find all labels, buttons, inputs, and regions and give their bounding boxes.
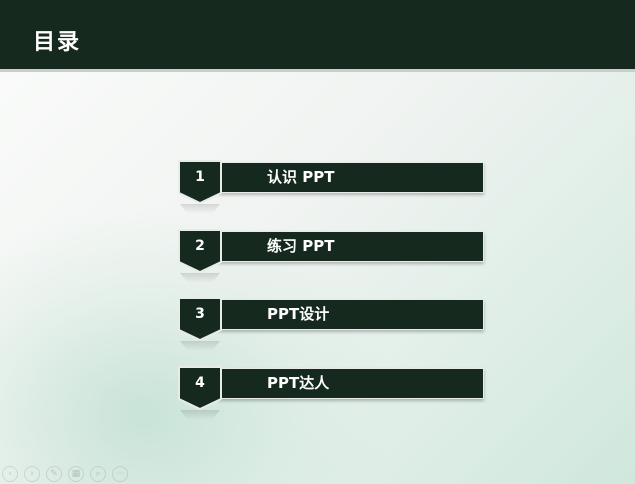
badge-reflection xyxy=(180,273,220,283)
toc-bar[interactable]: 认识 PPT xyxy=(218,162,484,193)
toc-item-label: PPT设计 xyxy=(267,305,330,323)
slide: 目录 认识 PPT 1 练习 PPT 2 PPT设计 3 PPT达人 4 ‹ ›… xyxy=(0,0,635,484)
slides-icon[interactable]: ▦ xyxy=(68,466,84,482)
zoom-icon[interactable]: ⌕ xyxy=(90,466,106,482)
toc-item-number: 3 xyxy=(195,306,205,322)
slideshow-controls: ‹ › ✎ ▦ ⌕ ⋯ xyxy=(2,466,128,482)
header-bar: 目录 xyxy=(0,0,635,72)
toc-item-3[interactable]: PPT设计 3 xyxy=(178,297,484,351)
toc-item-1[interactable]: 认识 PPT 1 xyxy=(178,160,484,214)
toc-item-label: 认识 PPT xyxy=(267,168,335,186)
toc-item-number: 1 xyxy=(195,169,205,185)
toc-bar[interactable]: PPT设计 xyxy=(218,299,484,330)
badge-reflection xyxy=(180,410,220,420)
toc-item-4[interactable]: PPT达人 4 xyxy=(178,366,484,420)
toc-item-label: 练习 PPT xyxy=(267,237,335,255)
badge-reflection xyxy=(180,341,220,351)
pen-icon[interactable]: ✎ xyxy=(46,466,62,482)
toc-bar[interactable]: 练习 PPT xyxy=(218,231,484,262)
toc-item-number: 2 xyxy=(195,238,205,254)
page-title: 目录 xyxy=(33,30,82,55)
badge-reflection xyxy=(180,204,220,214)
more-icon[interactable]: ⋯ xyxy=(112,466,128,482)
toc-item-label: PPT达人 xyxy=(267,374,330,392)
next-icon[interactable]: › xyxy=(24,466,40,482)
toc-item-2[interactable]: 练习 PPT 2 xyxy=(178,229,484,283)
toc-item-number: 4 xyxy=(195,375,205,391)
previous-icon[interactable]: ‹ xyxy=(2,466,18,482)
toc-bar[interactable]: PPT达人 xyxy=(218,368,484,399)
